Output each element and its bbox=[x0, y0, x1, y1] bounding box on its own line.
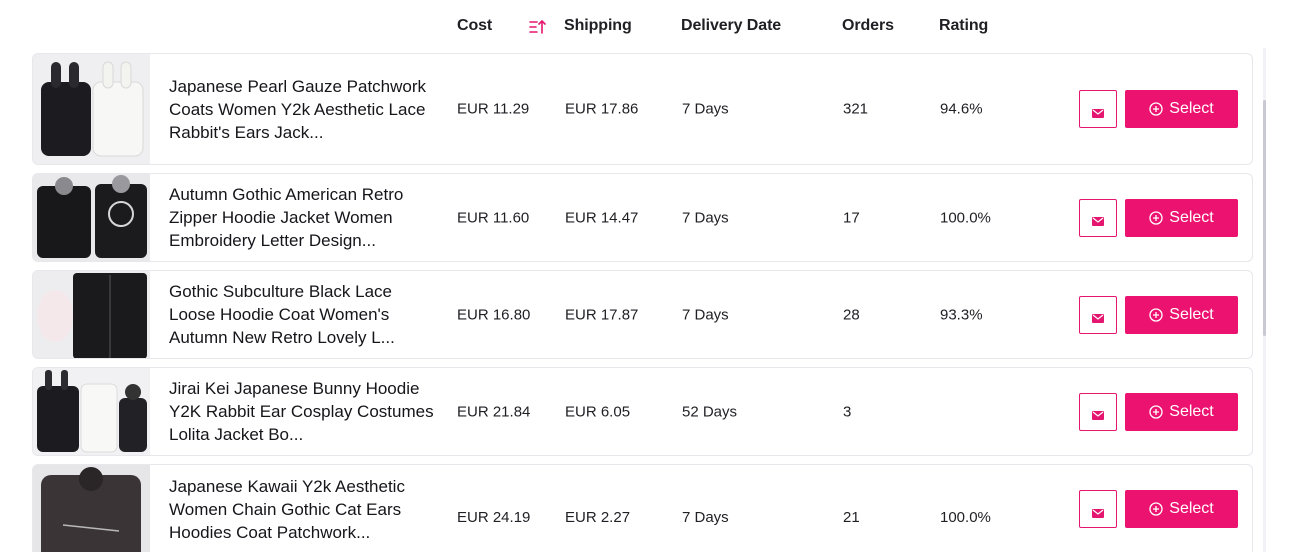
select-button-label: Select bbox=[1169, 208, 1214, 226]
select-button-label: Select bbox=[1169, 500, 1214, 517]
product-orders: 21 bbox=[843, 509, 860, 526]
sort-ascending-icon[interactable] bbox=[528, 18, 546, 36]
product-title[interactable]: Jirai Kei Japanese Bunny Hoodie Y2K Rabb… bbox=[169, 368, 439, 455]
select-button-label: Select bbox=[1169, 305, 1214, 323]
add-circle-icon bbox=[1149, 502, 1163, 516]
product-shipping: EUR 14.47 bbox=[565, 209, 639, 226]
product-delivery: 7 Days bbox=[682, 306, 729, 323]
product-row[interactable]: Gothic Subculture Black Lace Loose Hoodi… bbox=[32, 270, 1253, 359]
product-cost: EUR 16.80 bbox=[457, 306, 531, 323]
product-row[interactable]: Jirai Kei Japanese Bunny Hoodie Y2K Rabb… bbox=[32, 367, 1253, 456]
add-circle-icon bbox=[1149, 210, 1163, 225]
envelope-icon bbox=[1092, 213, 1104, 226]
product-cost: EUR 24.19 bbox=[457, 509, 531, 526]
product-row[interactable]: Japanese Pearl Gauze Patchwork Coats Wom… bbox=[32, 53, 1253, 165]
header-delivery-date[interactable]: Delivery Date bbox=[681, 17, 781, 35]
product-cost: EUR 11.29 bbox=[457, 100, 530, 118]
product-rating: 94.6% bbox=[940, 100, 983, 118]
product-orders: 28 bbox=[843, 306, 860, 323]
product-image[interactable] bbox=[33, 54, 150, 164]
message-supplier-button[interactable] bbox=[1079, 295, 1117, 334]
product-delivery: 7 Days bbox=[682, 209, 729, 226]
product-orders: 321 bbox=[843, 100, 869, 118]
table-header: Cost Shipping Delivery Date Orders Ratin… bbox=[0, 0, 1300, 52]
message-supplier-button[interactable] bbox=[1079, 198, 1117, 237]
envelope-icon bbox=[1092, 407, 1104, 420]
product-cost: EUR 21.84 bbox=[457, 403, 531, 420]
select-button[interactable]: Select bbox=[1125, 490, 1238, 528]
product-rating: 93.3% bbox=[940, 306, 983, 323]
header-cost[interactable]: Cost bbox=[457, 17, 492, 35]
product-title[interactable]: Gothic Subculture Black Lace Loose Hoodi… bbox=[169, 271, 439, 358]
product-image[interactable] bbox=[33, 271, 150, 358]
header-shipping[interactable]: Shipping bbox=[564, 17, 632, 35]
scrollbar-thumb[interactable] bbox=[1263, 100, 1266, 336]
product-orders: 3 bbox=[843, 403, 852, 420]
product-rating: 100.0% bbox=[940, 209, 991, 226]
product-image[interactable] bbox=[33, 174, 150, 261]
select-button[interactable]: Select bbox=[1125, 295, 1238, 334]
select-button[interactable]: Select bbox=[1125, 392, 1238, 431]
product-image[interactable] bbox=[33, 465, 150, 552]
header-rating[interactable]: Rating bbox=[939, 17, 988, 35]
message-supplier-button[interactable] bbox=[1079, 490, 1117, 528]
product-delivery: 7 Days bbox=[682, 509, 729, 526]
message-supplier-button[interactable] bbox=[1079, 392, 1117, 431]
add-circle-icon bbox=[1149, 307, 1163, 322]
product-cost: EUR 11.60 bbox=[457, 209, 530, 226]
select-button-label: Select bbox=[1169, 100, 1214, 117]
header-orders[interactable]: Orders bbox=[842, 17, 894, 35]
product-delivery: 7 Days bbox=[682, 100, 729, 118]
select-button[interactable]: Select bbox=[1125, 198, 1238, 237]
product-image[interactable] bbox=[33, 368, 150, 455]
product-title[interactable]: Autumn Gothic American Retro Zipper Hood… bbox=[169, 174, 439, 261]
product-delivery: 52 Days bbox=[682, 403, 738, 420]
product-rating: 100.0% bbox=[940, 509, 991, 526]
product-title[interactable]: Japanese Kawaii Y2k Aesthetic Women Chai… bbox=[169, 465, 439, 552]
product-shipping: EUR 2.27 bbox=[565, 509, 631, 526]
add-circle-icon bbox=[1149, 404, 1163, 419]
add-circle-icon bbox=[1149, 102, 1163, 116]
product-shipping: EUR 17.87 bbox=[565, 306, 639, 323]
product-row[interactable]: Autumn Gothic American Retro Zipper Hood… bbox=[32, 173, 1253, 262]
product-orders: 17 bbox=[843, 209, 860, 226]
product-list: Japanese Pearl Gauze Patchwork Coats Wom… bbox=[0, 52, 1300, 552]
product-row[interactable]: Japanese Kawaii Y2k Aesthetic Women Chai… bbox=[32, 464, 1253, 552]
select-button[interactable]: Select bbox=[1125, 90, 1238, 128]
envelope-icon bbox=[1092, 105, 1104, 118]
product-title[interactable]: Japanese Pearl Gauze Patchwork Coats Wom… bbox=[169, 54, 439, 164]
select-button-label: Select bbox=[1169, 402, 1214, 420]
product-shipping: EUR 6.05 bbox=[565, 403, 631, 420]
message-supplier-button[interactable] bbox=[1079, 90, 1117, 128]
envelope-icon bbox=[1092, 505, 1104, 518]
envelope-icon bbox=[1092, 310, 1104, 323]
product-shipping: EUR 17.86 bbox=[565, 100, 639, 118]
